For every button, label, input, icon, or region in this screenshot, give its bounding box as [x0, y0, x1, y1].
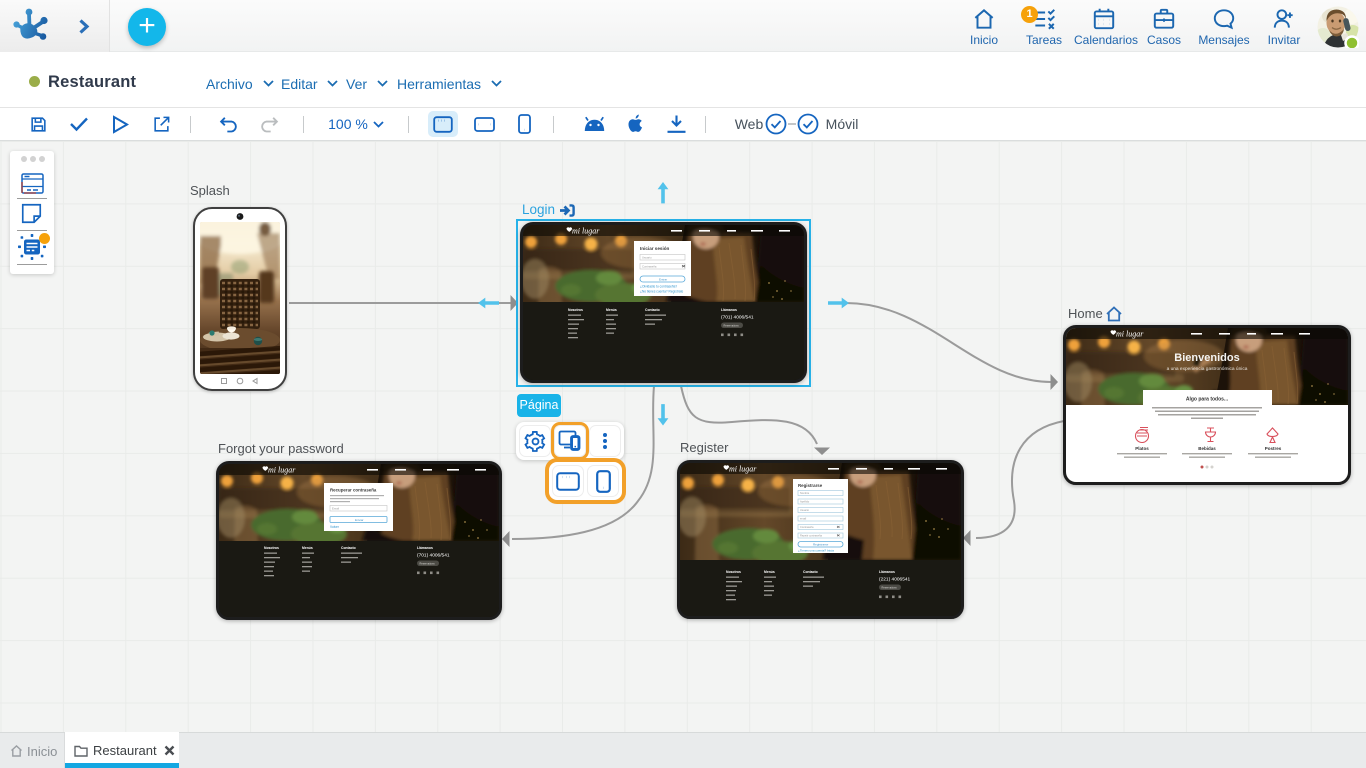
svg-text:Reservations: Reservations — [724, 324, 740, 328]
svg-text:Recuperar contraseña: Recuperar contraseña — [330, 488, 377, 493]
svg-text:Postres: Postres — [1265, 446, 1282, 451]
svg-text:Menús: Menús — [302, 546, 313, 550]
svg-text:Bebidas: Bebidas — [1198, 446, 1216, 451]
svg-text:Nosotros: Nosotros — [726, 570, 741, 574]
svg-text:Reservations: Reservations — [420, 562, 436, 566]
svg-text:Apellido: Apellido — [800, 500, 810, 504]
svg-text:Nosotros: Nosotros — [568, 308, 583, 312]
svg-text:mi lugar: mi lugar — [268, 466, 296, 475]
svg-text:Reservations: Reservations — [882, 586, 898, 590]
svg-text:Contacto: Contacto — [803, 570, 818, 574]
svg-text:Iniciar sesión: Iniciar sesión — [640, 246, 670, 251]
svg-text:Contraseña: Contraseña — [642, 265, 657, 269]
svg-text:Usuario: Usuario — [800, 508, 809, 512]
svg-text:Platos: Platos — [1135, 446, 1149, 451]
svg-text:Enviar: Enviar — [355, 518, 364, 522]
svg-text:mi lugar: mi lugar — [1116, 330, 1144, 339]
svg-text:Contacto: Contacto — [341, 546, 356, 550]
svg-text:(701) 4006/541: (701) 4006/541 — [721, 315, 754, 321]
svg-text:Menús: Menús — [606, 308, 617, 312]
svg-text:¿Tienes una cuenta? Inicia: ¿Tienes una cuenta? Inicia — [798, 549, 834, 553]
svg-text:Llámanos: Llámanos — [721, 308, 737, 312]
svg-text:Email: Email — [332, 507, 339, 511]
svg-text:Bienvenidos: Bienvenidos — [1174, 352, 1239, 364]
svg-text:Llámanos: Llámanos — [879, 570, 895, 574]
svg-text:mi lugar: mi lugar — [572, 227, 600, 236]
svg-text:Nosotros: Nosotros — [264, 546, 279, 550]
svg-text:Llámanos: Llámanos — [417, 546, 433, 550]
svg-text:Nombre: Nombre — [800, 491, 810, 495]
svg-text:(221) 4006541: (221) 4006541 — [879, 577, 911, 583]
svg-text:Repetir contraseña: Repetir contraseña — [800, 534, 822, 538]
svg-text:¿No tienes cuenta? Regístrate: ¿No tienes cuenta? Regístrate — [640, 290, 683, 294]
svg-text:Registrarse: Registrarse — [798, 483, 823, 488]
svg-text:Volver: Volver — [330, 525, 340, 529]
svg-text:Registrarse: Registrarse — [813, 543, 829, 547]
svg-text:¿Olvidaste tu contraseña?: ¿Olvidaste tu contraseña? — [640, 285, 677, 289]
svg-text:Algo para todos...: Algo para todos... — [1186, 397, 1229, 403]
svg-text:Entrar: Entrar — [659, 277, 667, 281]
svg-text:mi lugar: mi lugar — [729, 465, 757, 474]
svg-text:Contacto: Contacto — [645, 308, 660, 312]
svg-text:(701) 4006/541: (701) 4006/541 — [417, 553, 450, 559]
svg-text:Menús: Menús — [764, 570, 775, 574]
svg-text:Usuario: Usuario — [642, 256, 652, 260]
svg-text:Contraseña: Contraseña — [800, 525, 814, 529]
svg-text:a una experiencia gastronómica: a una experiencia gastronómica única — [1167, 366, 1248, 372]
svg-text:email: email — [800, 517, 807, 521]
